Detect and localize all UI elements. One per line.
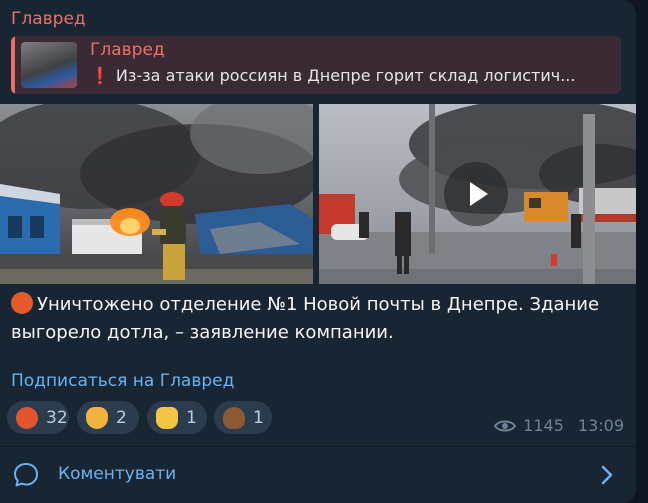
photo-fire-warehouse[interactable] [0, 104, 313, 284]
comments-label: Коментувати [58, 464, 177, 484]
reaction-angry[interactable]: 32 [7, 401, 69, 434]
angry-face-icon [16, 406, 38, 429]
red-exclamation-icon: ❗ [90, 66, 110, 85]
channel-name[interactable]: Главред [11, 9, 86, 29]
reaction-count: 2 [116, 407, 127, 428]
angry-face-icon [11, 292, 33, 314]
reply-title: Главред [90, 40, 165, 60]
reaction-count: 1 [253, 407, 264, 428]
reply-preview[interactable]: Главред ❗ Из-за атаки россиян в Днепре го… [11, 36, 621, 94]
message-bubble: Главред Главред ❗ Из-за атаки россиян в Д… [0, 0, 636, 503]
reply-text-line: ❗ Из-за атаки россиян в Днепре горит скла… [90, 66, 610, 85]
pile-of-poo-icon [223, 406, 245, 429]
ok-hand-icon [86, 406, 108, 429]
message-text-block: Уничтожено отделение №1 Новой почты в Дн… [11, 291, 621, 347]
comments-button[interactable]: Коментувати [0, 447, 636, 503]
reaction-count: 32 [46, 407, 68, 428]
reply-accent-bar [11, 36, 15, 94]
video-fire-street[interactable] [319, 104, 636, 284]
chat-bubble-icon [14, 463, 38, 487]
reaction-ok-hand[interactable]: 2 [77, 401, 139, 434]
view-count: 1145 [523, 416, 564, 435]
eye-icon [494, 420, 517, 431]
reaction-count: 1 [186, 407, 197, 428]
play-icon[interactable] [444, 162, 508, 226]
message-text: Уничтожено отделение №1 Новой почты в Дн… [11, 294, 600, 343]
photo-fire-warehouse-image [0, 104, 313, 284]
subscribe-link[interactable]: Подписаться на Главред [11, 371, 234, 391]
thumbs-up-icon [156, 406, 178, 429]
chevron-right-icon [601, 465, 613, 485]
message-time: 13:09 [577, 416, 624, 435]
reaction-poo[interactable]: 1 [214, 401, 272, 434]
message-meta: 1145 13:09 [494, 416, 624, 435]
reaction-thumbs-up[interactable]: 1 [147, 401, 207, 434]
reply-text: Из-за атаки россиян в Днепре горит склад… [115, 66, 576, 85]
reply-thumbnail [21, 42, 77, 88]
